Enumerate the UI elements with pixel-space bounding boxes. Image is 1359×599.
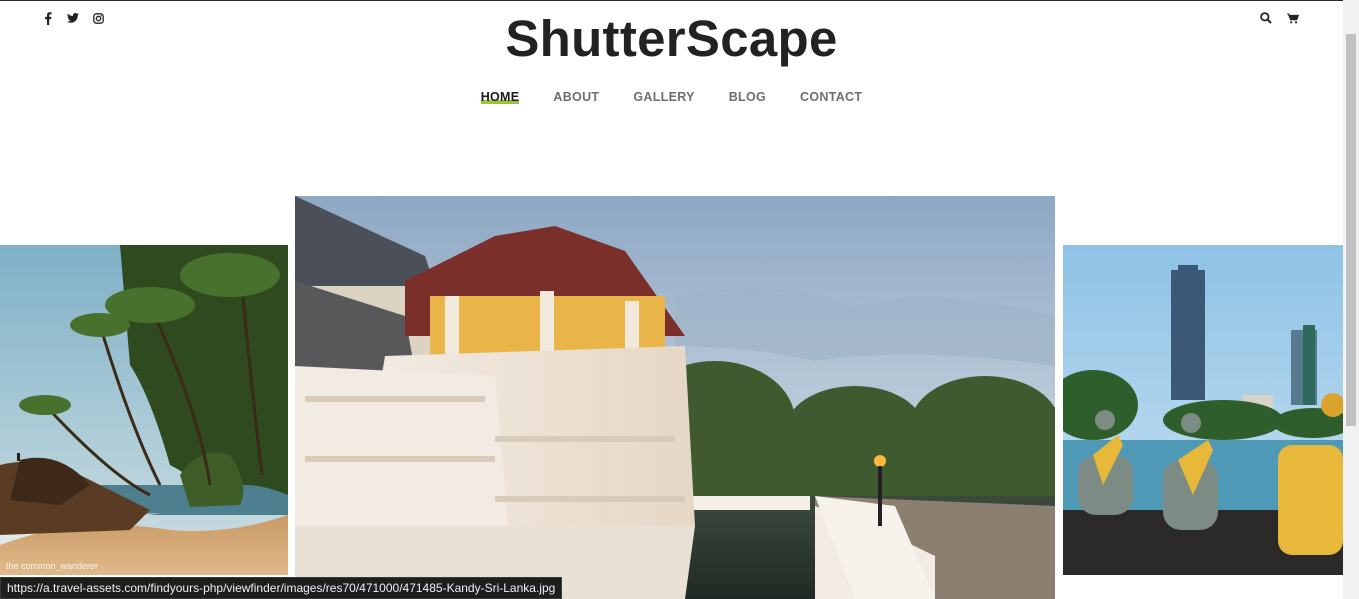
main-nav: HOME ABOUT GALLERY BLOG CONTACT — [0, 89, 1343, 105]
nav-item-gallery[interactable]: GALLERY — [616, 89, 711, 105]
scrollbar-thumb[interactable] — [1346, 34, 1356, 426]
nav-item-home[interactable]: HOME — [464, 89, 537, 105]
top-border — [0, 0, 1359, 1]
nav-item-contact[interactable]: CONTACT — [783, 89, 879, 105]
page-scrollbar[interactable] — [1343, 0, 1359, 599]
nav-item-about[interactable]: ABOUT — [536, 89, 616, 105]
photo-watermark: the common_wanderer — [6, 561, 99, 571]
site-logo[interactable]: ShutterScape — [0, 8, 1343, 70]
slide-kandy-temple-photo[interactable] — [295, 196, 1055, 599]
slide-colombo-buddha-photo[interactable] — [1063, 245, 1343, 575]
slide-beach-photo[interactable]: the common_wanderer — [0, 245, 288, 575]
browser-status-bar: https://a.travel-assets.com/findyours-ph… — [0, 577, 563, 599]
nav-item-blog[interactable]: BLOG — [712, 89, 783, 105]
